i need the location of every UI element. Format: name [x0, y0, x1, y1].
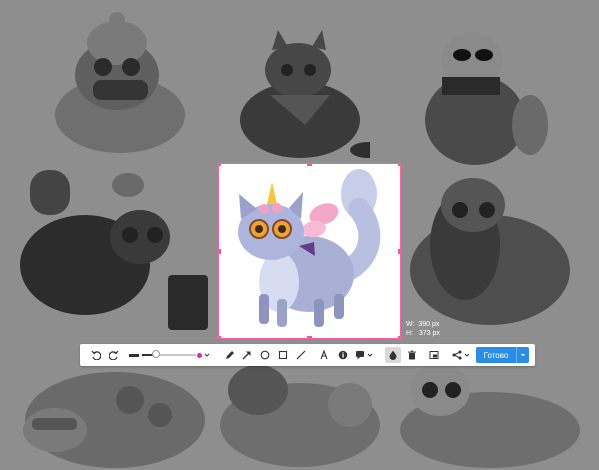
share-button[interactable] — [452, 344, 470, 366]
background-cat-pillow — [410, 178, 570, 325]
line-tool[interactable] — [294, 344, 308, 366]
chevron-down-icon — [204, 353, 209, 357]
arrow-tool[interactable] — [240, 344, 254, 366]
slider-thumb[interactable] — [151, 350, 160, 358]
screenshot-background: W: 390 px H: 373 px Готово — [0, 0, 599, 470]
text-icon — [320, 350, 328, 360]
editor-toolbar: Готово — [80, 344, 535, 366]
height-value: 373 px — [418, 330, 440, 337]
chevron-down-icon — [521, 354, 525, 357]
callout-tool[interactable] — [354, 344, 374, 366]
resize-handle-bottom-left[interactable] — [219, 336, 221, 338]
crop-button[interactable] — [427, 344, 441, 366]
numbered-marker-tool[interactable] — [336, 344, 350, 366]
width-value: 390 px — [418, 321, 440, 328]
background-cat-mitten — [20, 170, 208, 330]
done-button[interactable]: Готово — [476, 347, 529, 363]
trash-icon — [408, 350, 416, 360]
done-button-label: Готово — [483, 350, 509, 360]
delete-button[interactable] — [405, 344, 419, 366]
chevron-down-icon — [464, 353, 470, 357]
done-options-dropdown[interactable] — [516, 347, 529, 363]
ellipse-icon — [260, 350, 270, 360]
resize-handle-right[interactable] — [398, 249, 400, 254]
numbered-marker-icon — [338, 350, 348, 360]
text-tool[interactable] — [317, 344, 331, 366]
unicorn-cat-image — [238, 169, 381, 327]
share-icon — [452, 350, 462, 360]
pencil-icon — [226, 351, 234, 359]
slider-track — [142, 354, 196, 356]
background-cat-sunglasses — [425, 33, 548, 165]
crop-icon — [429, 351, 439, 359]
selection-dimensions: W: 390 px H: 373 px — [406, 320, 440, 338]
resize-handle-top-right[interactable] — [398, 164, 400, 166]
background-cat-cloud — [220, 365, 380, 467]
resize-handle-bottom[interactable] — [307, 336, 312, 338]
resize-handle-top[interactable] — [307, 164, 312, 166]
background-cat-scarf — [240, 30, 370, 158]
background-cat-hat — [55, 12, 185, 153]
color-picker[interactable] — [194, 344, 212, 366]
blur-tool[interactable] — [385, 347, 401, 363]
height-label: H: — [406, 330, 413, 337]
callout-icon — [356, 351, 364, 360]
resize-handle-left[interactable] — [219, 249, 221, 254]
arrow-icon — [242, 351, 251, 360]
blur-icon — [389, 350, 397, 360]
width-label: W: — [406, 321, 415, 328]
color-swatch — [196, 352, 202, 358]
resize-handle-bottom-right[interactable] — [398, 336, 400, 338]
rectangle-tool[interactable] — [276, 344, 290, 366]
background-cat-lying — [400, 364, 580, 468]
selection-area[interactable] — [218, 163, 401, 339]
line-icon — [296, 350, 306, 360]
rectangle-icon — [278, 350, 288, 360]
pencil-tool[interactable] — [223, 344, 237, 366]
background-cat-donut — [23, 372, 205, 468]
ellipse-tool[interactable] — [258, 344, 272, 366]
chevron-down-icon — [367, 353, 373, 357]
resize-handle-top-left[interactable] — [219, 164, 221, 166]
